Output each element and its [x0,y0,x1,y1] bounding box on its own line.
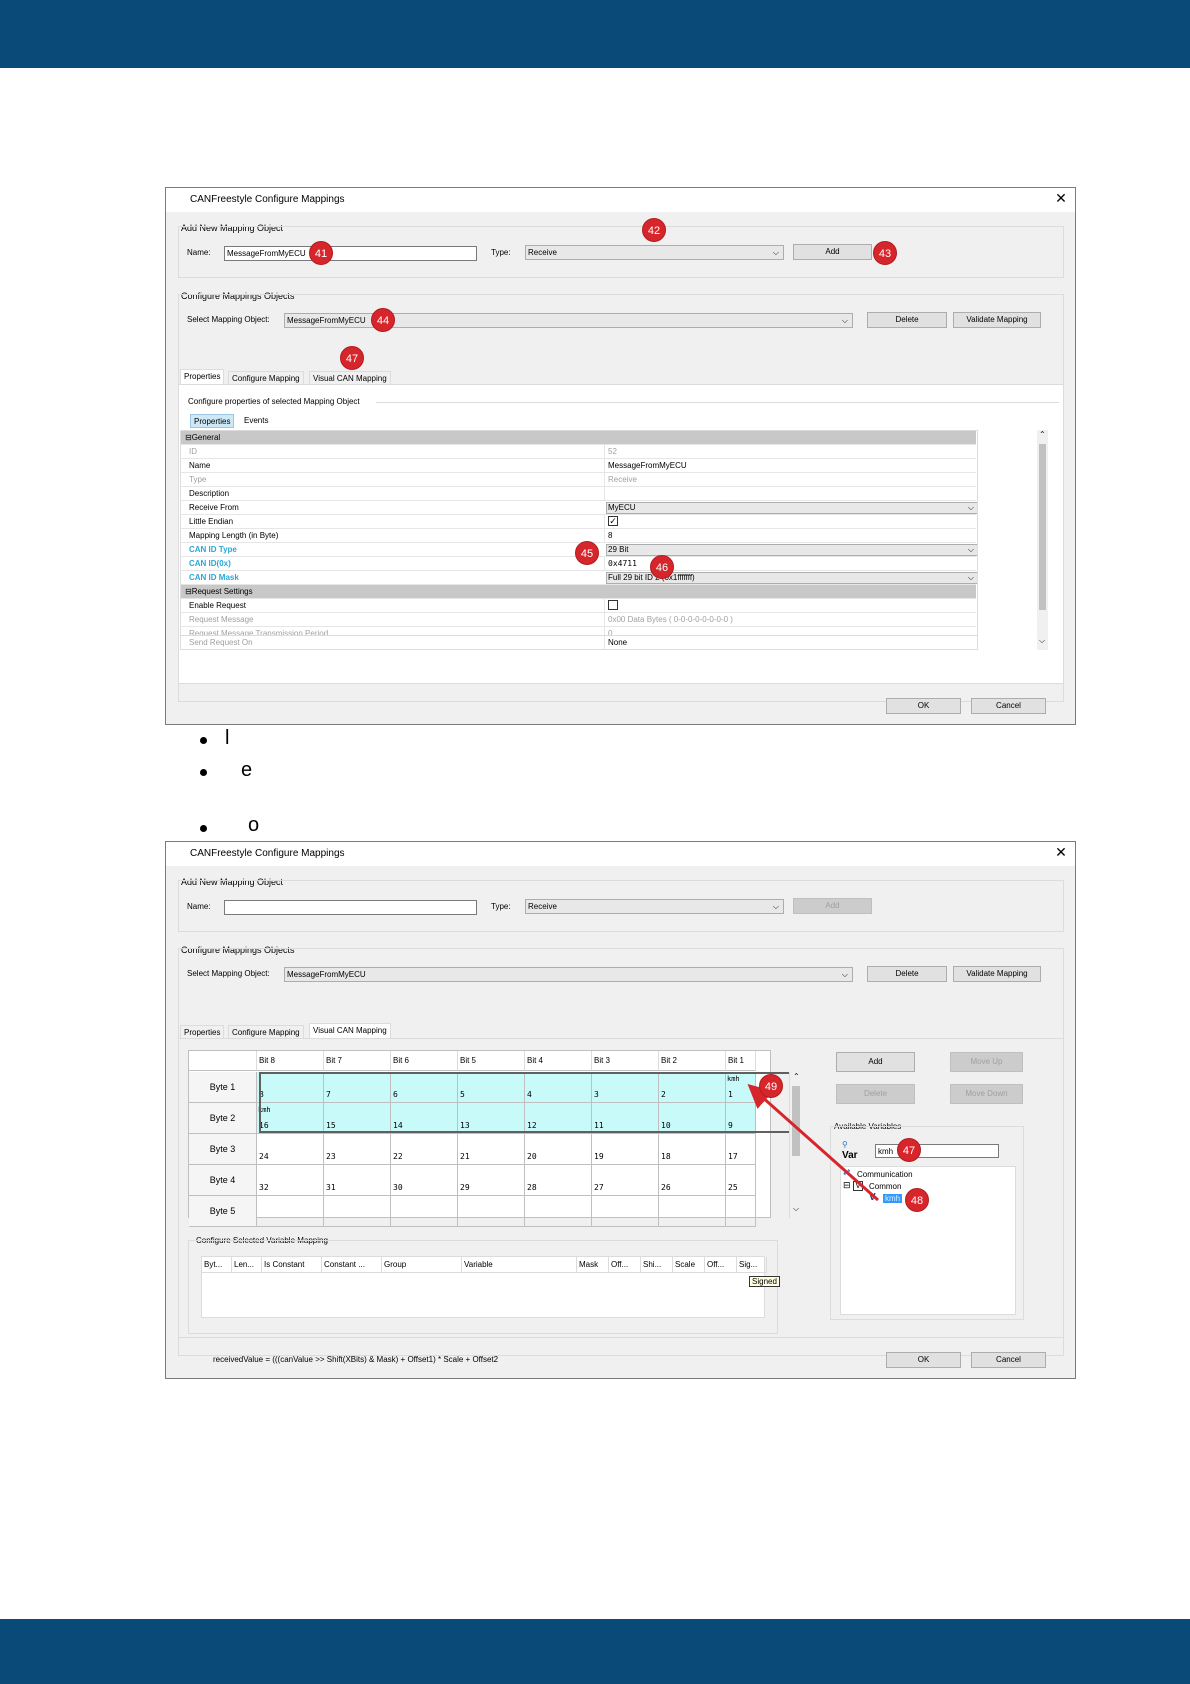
drag-arrow [747,1084,879,1202]
footer-bar [0,1619,1190,1684]
drag-arrow-overlay [747,1084,879,1202]
callout-badge-48: 48 [905,1188,929,1212]
callout-badge-49: 49 [759,1074,783,1098]
callout-badge-47: 47 [897,1138,921,1162]
